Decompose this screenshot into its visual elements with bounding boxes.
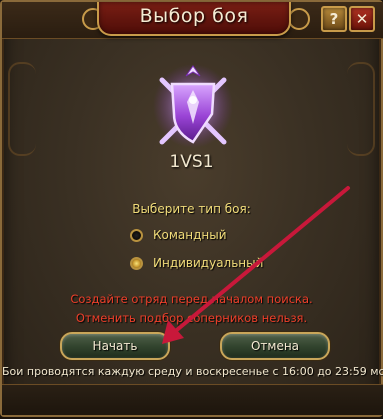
battle-type-prompt: Выберите тип боя: <box>132 202 251 216</box>
title-plate: Выбор боя <box>97 2 291 36</box>
option-individual[interactable]: Индивидуальный <box>130 254 263 272</box>
option-team[interactable]: Командный <box>130 226 227 244</box>
schedule-note: Бои проводятся каждую среду и воскресень… <box>2 365 383 378</box>
radio-team[interactable] <box>130 228 143 242</box>
title-ornament-right <box>288 8 310 30</box>
footer-bar <box>2 384 383 415</box>
start-button[interactable]: Начать <box>60 332 170 360</box>
window-title: Выбор боя <box>139 5 249 27</box>
warning-no-cancel: Отменить подбор соперников нельзя. <box>75 311 308 325</box>
battle-mode-label: 1VS1 <box>169 152 214 172</box>
close-button[interactable]: ✕ <box>349 6 375 32</box>
warning-create-squad: Создайте отряд перед началом поиска. <box>70 292 313 306</box>
battle-select-window: Выбор боя ? ✕ 1VS1 Выберите тип боя: Ком… <box>0 0 383 417</box>
cancel-button[interactable]: Отмена <box>220 332 330 360</box>
option-team-label: Командный <box>153 228 227 242</box>
side-ornament-right <box>347 62 375 156</box>
radio-individual[interactable] <box>130 256 143 270</box>
option-individual-label: Индивидуальный <box>153 256 264 270</box>
side-ornament-left <box>8 62 36 156</box>
crossed-swords-shield-icon <box>153 64 233 148</box>
help-button[interactable]: ? <box>321 6 347 32</box>
